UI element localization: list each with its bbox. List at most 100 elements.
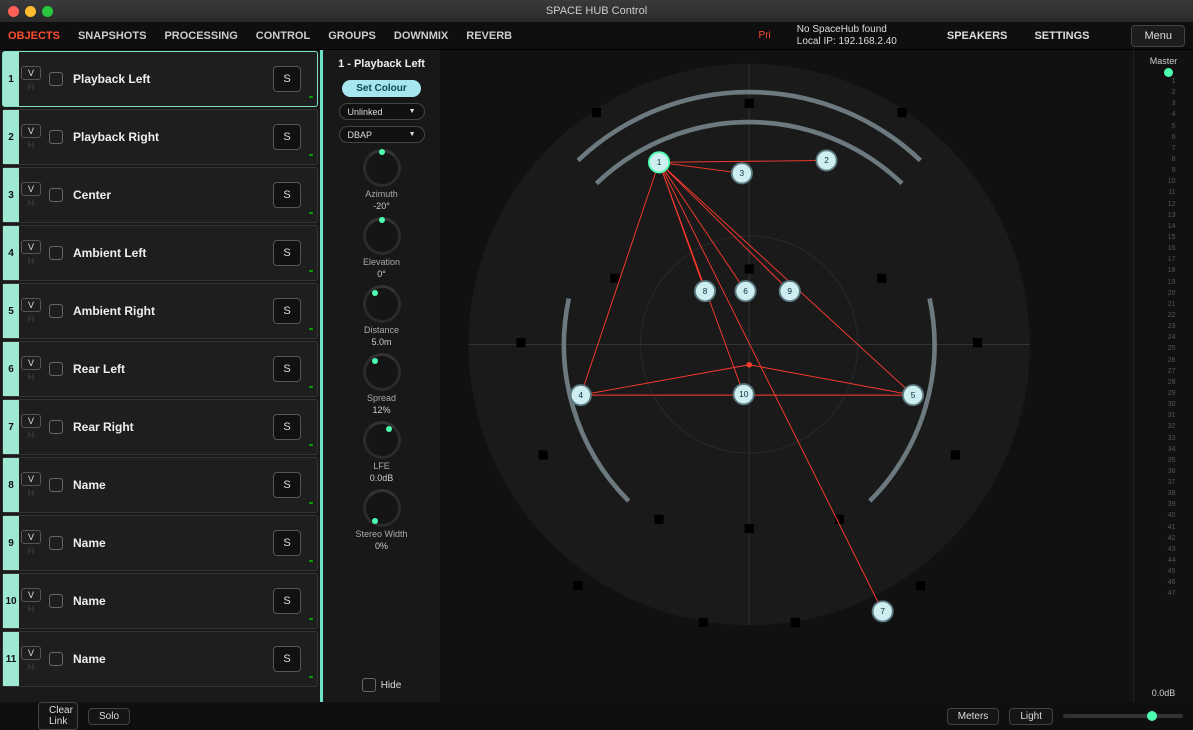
object-row[interactable]: 5VHAmbient RightS <box>2 283 318 339</box>
visibility-toggle[interactable]: V <box>21 530 41 544</box>
visibility-toggle[interactable]: V <box>21 298 41 312</box>
meter-indicator <box>309 618 313 620</box>
h-indicator: H <box>21 372 41 382</box>
solo-toggle[interactable]: S <box>273 298 301 324</box>
object-name: Name <box>73 594 106 608</box>
nav-tab-objects[interactable]: OBJECTS <box>8 30 60 42</box>
network-line2: Local IP: 192.168.2.40 <box>797 36 897 48</box>
lfe-knob[interactable] <box>363 421 401 459</box>
minimize-icon[interactable] <box>25 6 36 17</box>
meter-indicator <box>309 386 313 388</box>
visibility-toggle[interactable]: V <box>21 182 41 196</box>
visibility-toggle[interactable]: V <box>21 472 41 486</box>
object-number: 3 <box>3 168 19 222</box>
spatial-view[interactable]: 12345678910 <box>440 50 1133 702</box>
stereo-width-value: 0% <box>375 541 388 551</box>
h-indicator: H <box>21 430 41 440</box>
network-status: No SpaceHub found Local IP: 192.168.2.40 <box>797 24 897 48</box>
visibility-toggle[interactable]: V <box>21 588 41 602</box>
object-checkbox[interactable] <box>49 304 63 318</box>
h-indicator: H <box>21 314 41 324</box>
link-dropdown[interactable]: Unlinked▼ <box>339 103 425 120</box>
solo-toggle[interactable]: S <box>273 356 301 382</box>
object-list: 1VHPlayback LeftS2VHPlayback RightS3VHCe… <box>0 50 320 702</box>
visibility-toggle[interactable]: V <box>21 356 41 370</box>
set-colour-button[interactable]: Set Colour <box>342 80 421 97</box>
speakers-button[interactable]: SPEAKERS <box>947 30 1008 42</box>
solo-toggle[interactable]: S <box>273 588 301 614</box>
nav-tab-downmix[interactable]: DOWNMIX <box>394 30 448 42</box>
object-row[interactable]: 6VHRear LeftS <box>2 341 318 397</box>
solo-toggle[interactable]: S <box>273 472 301 498</box>
object-checkbox[interactable] <box>49 188 63 202</box>
azimuth-knob[interactable] <box>363 149 401 187</box>
object-row[interactable]: 2VHPlayback RightS <box>2 109 318 165</box>
object-row[interactable]: 4VHAmbient LeftS <box>2 225 318 281</box>
solo-toggle[interactable]: S <box>273 182 301 208</box>
object-row[interactable]: 8VHNameS <box>2 457 318 513</box>
nav-tab-groups[interactable]: GROUPS <box>328 30 376 42</box>
spread-knob[interactable] <box>363 353 401 391</box>
close-icon[interactable] <box>8 6 19 17</box>
object-checkbox[interactable] <box>49 594 63 608</box>
nav-tab-processing[interactable]: PROCESSING <box>164 30 237 42</box>
maximize-icon[interactable] <box>42 6 53 17</box>
meter-indicator <box>309 328 313 330</box>
object-checkbox[interactable] <box>49 362 63 376</box>
object-number: 6 <box>3 342 19 396</box>
object-checkbox[interactable] <box>49 420 63 434</box>
visibility-toggle[interactable]: V <box>21 646 41 660</box>
settings-button[interactable]: SETTINGS <box>1034 30 1089 42</box>
object-row[interactable]: 7VHRear RightS <box>2 399 318 455</box>
pri-indicator: Pri <box>759 30 771 41</box>
visibility-toggle[interactable]: V <box>21 414 41 428</box>
nav-tab-snapshots[interactable]: SNAPSHOTS <box>78 30 146 42</box>
solo-toggle[interactable]: S <box>273 414 301 440</box>
hide-checkbox[interactable] <box>362 678 376 692</box>
meter-indicator <box>309 270 313 272</box>
solo-toggle[interactable]: S <box>273 66 301 92</box>
object-row[interactable]: 9VHNameS <box>2 515 318 571</box>
object-checkbox[interactable] <box>49 536 63 550</box>
lfe-label: LFE <box>373 461 390 471</box>
elevation-label: Elevation <box>363 257 400 267</box>
hide-label: Hide <box>381 680 402 691</box>
nav-tab-reverb[interactable]: REVERB <box>466 30 512 42</box>
solo-button[interactable]: Solo <box>88 708 130 725</box>
menu-button[interactable]: Menu <box>1131 25 1185 47</box>
svg-text:10: 10 <box>739 390 749 399</box>
algo-dropdown[interactable]: DBAP▼ <box>339 126 425 143</box>
object-checkbox[interactable] <box>49 478 63 492</box>
object-name: Name <box>73 536 106 550</box>
zoom-slider[interactable] <box>1063 714 1183 718</box>
solo-toggle[interactable]: S <box>273 530 301 556</box>
network-line1: No SpaceHub found <box>797 24 897 36</box>
object-checkbox[interactable] <box>49 130 63 144</box>
light-button[interactable]: Light <box>1009 708 1053 725</box>
solo-toggle[interactable]: S <box>273 124 301 150</box>
distance-knob[interactable] <box>363 285 401 323</box>
object-row[interactable]: 1VHPlayback LeftS <box>2 51 318 107</box>
master-fader[interactable] <box>1164 68 1173 77</box>
meter-indicator <box>309 444 313 446</box>
spread-label: Spread <box>367 393 396 403</box>
object-checkbox[interactable] <box>49 652 63 666</box>
object-name: Name <box>73 478 106 492</box>
visibility-toggle[interactable]: V <box>21 124 41 138</box>
object-number: 9 <box>3 516 19 570</box>
object-number: 5 <box>3 284 19 338</box>
solo-toggle[interactable]: S <box>273 646 301 672</box>
visibility-toggle[interactable]: V <box>21 66 41 80</box>
object-checkbox[interactable] <box>49 72 63 86</box>
object-row[interactable]: 3VHCenterS <box>2 167 318 223</box>
elevation-knob[interactable] <box>363 217 401 255</box>
nav-tab-control[interactable]: CONTROL <box>256 30 310 42</box>
object-checkbox[interactable] <box>49 246 63 260</box>
visibility-toggle[interactable]: V <box>21 240 41 254</box>
object-row[interactable]: 10VHNameS <box>2 573 318 629</box>
solo-toggle[interactable]: S <box>273 240 301 266</box>
meters-button[interactable]: Meters <box>947 708 1000 725</box>
clear-link-button[interactable]: Clear Link <box>38 702 78 730</box>
stereo-width-knob[interactable] <box>363 489 401 527</box>
object-row[interactable]: 11VHNameS <box>2 631 318 687</box>
